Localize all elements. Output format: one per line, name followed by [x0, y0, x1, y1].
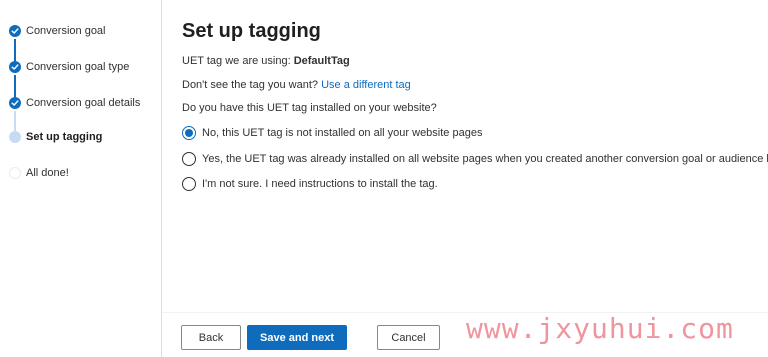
watermark: www.jxyuhui.com — [466, 312, 734, 345]
step-connector — [14, 75, 16, 97]
radio-button[interactable] — [182, 177, 196, 191]
progress-stepper: Conversion goal Conversion goal type Con… — [0, 0, 162, 357]
checkmark-icon — [9, 61, 21, 73]
step-label: Conversion goal details — [26, 97, 141, 109]
radio-option-not-sure[interactable]: I'm not sure. I need instructions to ins… — [182, 177, 438, 191]
step-label: All done! — [26, 167, 69, 179]
step-set-up-tagging[interactable]: Set up tagging — [9, 129, 102, 145]
step-conversion-goal-type[interactable]: Conversion goal type — [9, 59, 129, 75]
step-connector — [14, 39, 16, 61]
step-label: Conversion goal type — [26, 61, 130, 73]
step-conversion-goal-details[interactable]: Conversion goal details — [9, 95, 140, 111]
uet-tag-prefix: UET tag we are using: — [182, 55, 294, 67]
checkmark-icon — [9, 97, 21, 109]
checkmark-icon — [9, 25, 21, 37]
back-button[interactable]: Back — [181, 325, 241, 350]
tag-installed-question: Do you have this UET tag installed on yo… — [182, 102, 437, 114]
use-different-tag-link[interactable]: Use a different tag — [321, 79, 411, 91]
radio-label: Yes, the UET tag was already installed o… — [202, 153, 768, 165]
radio-label: I'm not sure. I need instructions to ins… — [202, 178, 438, 190]
radio-button-checked[interactable] — [182, 126, 196, 140]
setup-tagging-page: Conversion goal Conversion goal type Con… — [0, 0, 768, 357]
footer-divider — [162, 312, 768, 313]
radio-button[interactable] — [182, 152, 196, 166]
dont-see-tag-text: Don't see the tag you want? — [182, 79, 322, 91]
radio-label: No, this UET tag is not installed on all… — [202, 127, 483, 139]
step-connector — [14, 111, 16, 131]
step-conversion-goal[interactable]: Conversion goal — [9, 23, 106, 39]
radio-option-not-installed[interactable]: No, this UET tag is not installed on all… — [182, 126, 482, 140]
radio-option-already-installed[interactable]: Yes, the UET tag was already installed o… — [182, 152, 768, 166]
current-step-icon — [9, 131, 21, 143]
cancel-button[interactable]: Cancel — [377, 325, 440, 350]
uet-tag-info: UET tag we are using: DefaultTag — [182, 55, 350, 67]
step-all-done: All done! — [9, 165, 69, 181]
save-and-next-button[interactable]: Save and next — [247, 325, 347, 350]
different-tag-row: Don't see the tag you want? Use a differ… — [182, 79, 411, 91]
step-label: Conversion goal — [26, 25, 106, 37]
step-label: Set up tagging — [26, 131, 103, 143]
uet-tag-name: DefaultTag — [293, 55, 350, 67]
pending-step-icon — [9, 167, 21, 179]
page-title: Set up tagging — [182, 20, 321, 42]
